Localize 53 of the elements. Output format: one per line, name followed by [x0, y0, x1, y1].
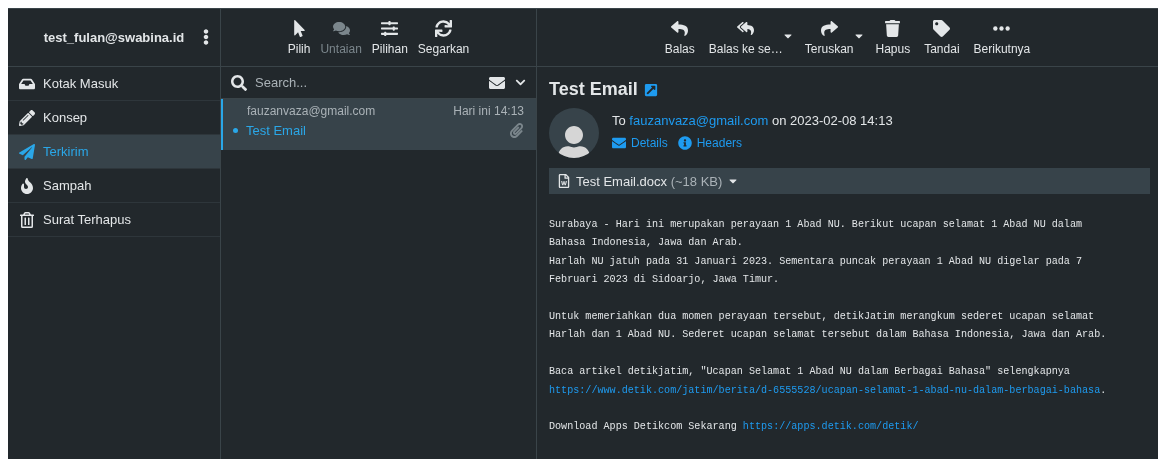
avatar: [549, 108, 599, 158]
recipient-line: To fauzanvaza@gmail.com on 2023-02-08 14:13: [612, 113, 893, 128]
speech-bubbles-icon: [332, 19, 350, 37]
search-field[interactable]: Search...: [253, 74, 483, 91]
toolbar-button[interactable]: Tandai: [921, 15, 963, 60]
toolbar-button[interactable]: Balas: [661, 15, 698, 60]
body-paragraph: Untuk memeriahkan dua momen perayaan tersebut, detikJatim merangkum sederet ucapan selamat Harlah dan 1 Abad NU. Sederet ucapan selamat tersebut dalam Bahasa Indonesia, Jawa dan Arab.: [549, 310, 1108, 343]
message-subject: Test Email: [246, 123, 306, 138]
headers-link[interactable]: Headers: [677, 136, 743, 150]
toolbar-button[interactable]: Balas ke se…: [705, 15, 786, 60]
info-icon: [677, 136, 692, 150]
document-icon: [557, 174, 571, 188]
recipient-link[interactable]: fauzanvaza@gmail.com: [629, 113, 769, 128]
forward-arrow-icon: [820, 19, 838, 37]
body-paragraph: Baca artikel detikjatim, "Ucapan Selamat 1 Abad NU dalam Berbagai Bahasa" selengkapnya https://www.detik.com/jatim/berita/d-6555528/ucapan-selamat-1-abad-nu-dalam-berbagai-bahasa.: [549, 365, 1108, 398]
folder-item[interactable]: Sampah: [8, 169, 220, 203]
chevron-down-icon[interactable]: [515, 77, 526, 88]
details-link[interactable]: Details: [612, 136, 668, 150]
paper-plane-icon: [19, 143, 35, 160]
folder-item[interactable]: Surat Terhapus: [8, 203, 220, 237]
trash-icon: [19, 211, 35, 228]
folder-item[interactable]: Kotak Masuk: [8, 67, 220, 101]
flame-icon: [19, 177, 35, 194]
tag-icon: [933, 19, 951, 37]
attachment-name: Test Email.docx (~18 KB): [576, 173, 723, 189]
envelope-icon[interactable]: [489, 74, 505, 91]
toolbar-button[interactable]: Segarkan: [414, 15, 473, 60]
body-paragraph: Download Apps Detikcom Sekarang https://apps.detik.com/detik/: [549, 420, 920, 435]
folder-item[interactable]: Terkirim: [8, 135, 220, 169]
toolbar-button[interactable]: Hapus: [872, 15, 914, 60]
refresh-icon: [435, 19, 453, 37]
sliders-icon: [381, 19, 399, 37]
trash-icon: [884, 19, 902, 37]
message-sender: fauzanvaza@gmail.com: [247, 104, 376, 118]
body-paragraph: Surabaya - Hari ini merupakan perayaan 1 Abad NU. Berikut ucapan selamat 1 Abad NU dalam Bahasa Indonesia, Jawa dan Arab. Harlah NU jatuh pada 31 Januari 2023. Sementara puncak perayaan 1 Abad NU digelar pada 7 Februari 2023 di Sidoarjo, Jawa Timur.: [549, 218, 1084, 288]
link[interactable]: https://apps.detik.com/detik/: [742, 421, 919, 433]
pencil-icon: [19, 109, 35, 126]
toolbar-button[interactable]: Berikutnya: [970, 15, 1034, 60]
account-email: test_fulan@swabina.id: [43, 30, 185, 45]
envelope-icon: [612, 136, 626, 150]
toolbar-button[interactable]: Pilihan: [368, 15, 411, 60]
message-item[interactable]: fauzanvaza@gmail.com Hari ini 14:13 Test Email: [221, 99, 536, 150]
message-date: Hari ini 14:13: [453, 104, 524, 118]
link[interactable]: https://www.detik.com/jatim/berita/d-6555528/ucapan-selamat-1-abad-nu-dalam-berbagai-bahasa: [549, 384, 1101, 396]
toolbar-button[interactable]: Teruskan: [801, 15, 857, 60]
more-icon: [993, 25, 1011, 31]
toolbar-button[interactable]: Pilih: [284, 15, 314, 60]
open-external-icon[interactable]: [643, 82, 658, 97]
search-icon: [231, 74, 247, 91]
email-subject: Test Email: [549, 79, 638, 100]
reply-icon: [671, 19, 689, 37]
reply-all-icon: [737, 19, 755, 37]
attachment-bar[interactable]: Test Email.docx (~18 KB): [549, 168, 1150, 194]
